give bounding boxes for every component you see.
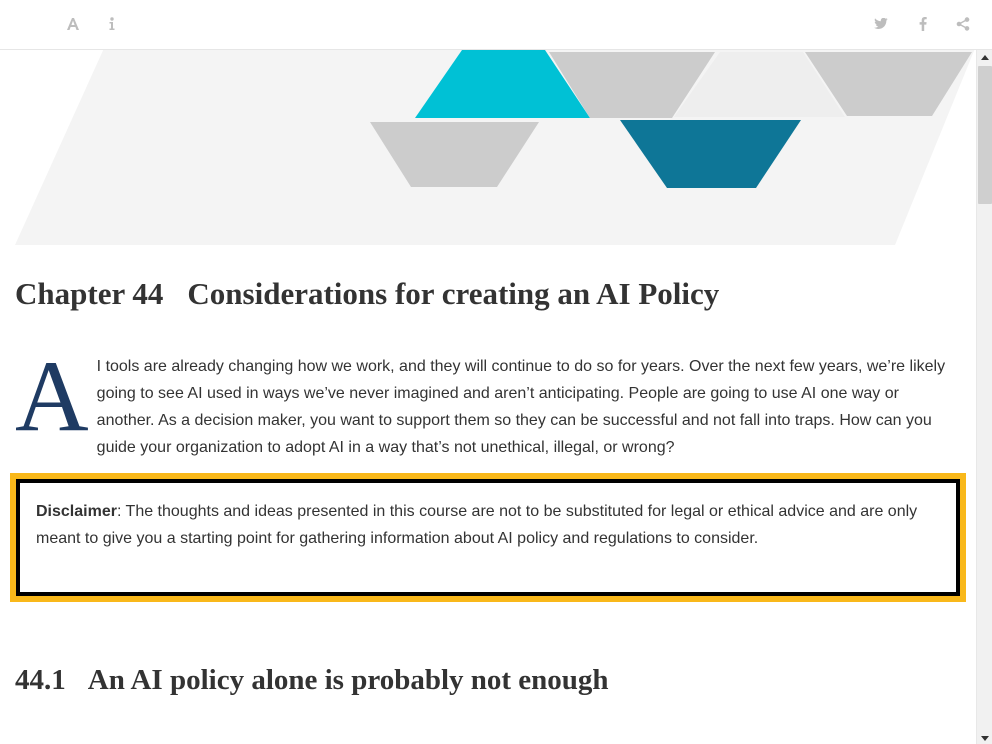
chapter-title-text: Considerations for creating an AI Policy [187,276,720,311]
scroll-up-arrow-icon[interactable] [981,55,989,60]
chapter-title: Chapter 44 Considerations for creating an… [15,276,719,312]
info-icon[interactable] [102,14,122,34]
disclaimer-label: Disclaimer [36,503,117,520]
facebook-icon[interactable] [913,14,933,34]
font-settings-icon[interactable] [63,14,83,34]
scroll-down-arrow-icon[interactable] [981,736,989,741]
book-content: Chapter 44 Considerations for creating an… [0,50,976,744]
intro-text: I tools are already changing how we work… [96,358,946,456]
book-toolbar [0,0,992,50]
intro-paragraph: AI tools are already changing how we wor… [15,340,953,461]
share-icon[interactable] [953,14,973,34]
chapter-banner-image [15,50,975,245]
disclaimer-text: : The thoughts and ideas presented in th… [36,503,918,547]
disclaimer-box: Disclaimer: The thoughts and ideas prese… [10,473,966,602]
disclaimer-content: Disclaimer: The thoughts and ideas prese… [16,479,960,596]
twitter-icon[interactable] [871,14,891,34]
section-title: 44.1 An AI policy alone is probably not e… [15,664,609,697]
section-number: 44.1 [15,664,66,696]
vertical-scrollbar[interactable] [976,50,992,744]
drop-cap: A [15,340,89,453]
section-title-text: An AI policy alone is probably not enoug… [87,664,609,696]
chapter-number: Chapter 44 [15,276,164,311]
scrollbar-thumb[interactable] [978,66,992,204]
